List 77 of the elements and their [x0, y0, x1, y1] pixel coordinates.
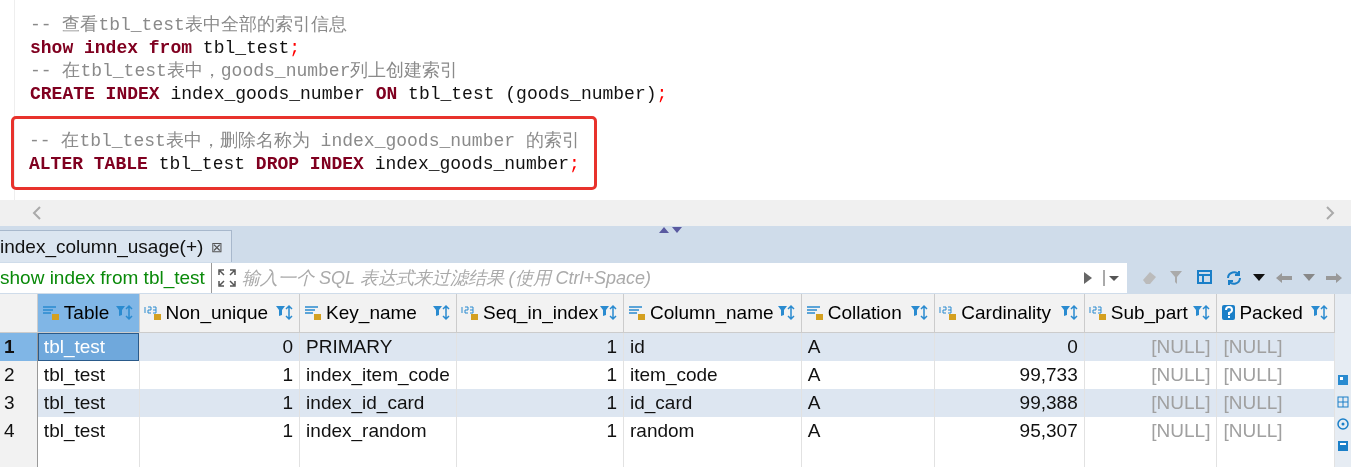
column-name: Seq_in_index	[483, 302, 599, 324]
scroll-left-icon[interactable]	[32, 206, 42, 220]
filter-sort-icon[interactable]	[599, 304, 619, 322]
filter-field[interactable]: 输入一个 SQL 表达式来过滤结果 (使用 Ctrl+Space)	[235, 263, 1083, 293]
table-cell: A	[801, 332, 935, 361]
column-header[interactable]: Cardinality	[934, 294, 1085, 333]
query-text: show index from tbl_test	[0, 263, 212, 293]
back-icon[interactable]	[1275, 272, 1293, 284]
table-cell: 1	[456, 389, 624, 417]
string-type-icon	[628, 305, 648, 321]
table-cell: tbl_test	[37, 332, 140, 361]
row-number[interactable]: 1	[0, 332, 38, 361]
table-cell: 0	[139, 332, 300, 361]
table-cell: index_id_card	[299, 389, 457, 417]
row-number[interactable]: 4	[0, 417, 38, 445]
column-name: Table	[63, 302, 110, 324]
table-cell: 0	[934, 332, 1085, 361]
table-cell: PRIMARY	[299, 332, 457, 361]
filter-sort-icon[interactable]	[275, 304, 296, 322]
filter-sort-icon[interactable]	[910, 304, 931, 322]
column-name: Sub_part	[1110, 302, 1188, 324]
forward-icon[interactable]	[1325, 272, 1343, 284]
column-header[interactable]: Table	[37, 294, 140, 333]
column-name: Non_unique	[165, 302, 268, 324]
column-name: Key_name	[326, 302, 417, 324]
dropdown-icon[interactable]	[1253, 274, 1265, 282]
row-number[interactable]: 3	[0, 389, 38, 417]
code-line: CREATE INDEX index_goods_number ON tbl_test (goods_number);	[30, 83, 668, 106]
code-comment: -- 在tbl_test表中，goods_number列上创建索引	[30, 60, 460, 83]
string-type-icon	[41, 305, 62, 321]
unknown-type-icon	[1221, 304, 1238, 322]
panel-icon[interactable]	[1337, 374, 1349, 386]
table-settings-icon[interactable]	[1197, 270, 1215, 286]
code-line: ALTER TABLE tbl_test DROP INDEX index_goods_number;	[29, 153, 580, 176]
table-cell: A	[801, 389, 935, 417]
table-cell: id_card	[623, 389, 802, 417]
column-name: Collation	[827, 302, 902, 324]
scroll-right-icon[interactable]	[1325, 206, 1335, 220]
string-type-icon	[805, 305, 826, 321]
close-tab-button[interactable]: ⊠	[211, 238, 224, 255]
settings-icon[interactable]	[1337, 418, 1349, 430]
number-type-icon	[143, 305, 164, 321]
column-header[interactable]: Collation	[801, 294, 935, 333]
expand-icon[interactable]	[217, 269, 236, 287]
grid-icon[interactable]	[1337, 396, 1349, 408]
refresh-icon[interactable]	[1225, 269, 1243, 287]
number-type-icon	[1088, 305, 1109, 321]
table-cell: [NULL]	[1084, 332, 1217, 361]
filter-sort-icon[interactable]	[776, 304, 797, 322]
table-cell: [NULL]	[1216, 332, 1335, 361]
filter-sort-icon[interactable]	[1192, 304, 1213, 322]
column-name: Packed	[1239, 302, 1303, 324]
table-cell: 99,388	[934, 389, 1085, 417]
row-number[interactable]: 2	[0, 361, 38, 389]
column-name: Cardinality	[961, 302, 1052, 324]
filter-sort-icon[interactable]	[1059, 304, 1080, 322]
table-cell: tbl_test	[37, 389, 140, 417]
column-name: Column_name	[650, 302, 774, 324]
table-cell: [NULL]	[1084, 389, 1217, 417]
column-header[interactable]: Sub_part	[1084, 294, 1217, 333]
table-cell: 1	[456, 332, 624, 361]
table-cell: 1	[139, 389, 300, 417]
code-line: show index from tbl_test;	[30, 37, 302, 60]
column-header[interactable]: Packed	[1216, 294, 1335, 333]
table-cell: id	[623, 332, 802, 361]
table-cell: [NULL]	[1216, 389, 1335, 417]
column-header[interactable]: Non_unique	[139, 294, 300, 333]
column-header[interactable]: Key_name	[299, 294, 457, 333]
layout-icon[interactable]	[1337, 440, 1349, 452]
filter-sort-icon[interactable]	[432, 304, 453, 322]
column-header[interactable]: Column_name	[623, 294, 802, 333]
code-comment: -- 查看tbl_test表中全部的索引信息	[30, 14, 348, 37]
column-header[interactable]: Seq_in_index	[456, 294, 624, 333]
results-tab[interactable]: index_column_usage(+) ⊠	[0, 230, 233, 262]
filter-sort-icon[interactable]	[1310, 304, 1331, 322]
filter-sort-icon[interactable]	[114, 304, 135, 322]
code-comment: -- 在tbl_test表中，删除名称为 index_goods_number 的索引	[29, 130, 580, 153]
